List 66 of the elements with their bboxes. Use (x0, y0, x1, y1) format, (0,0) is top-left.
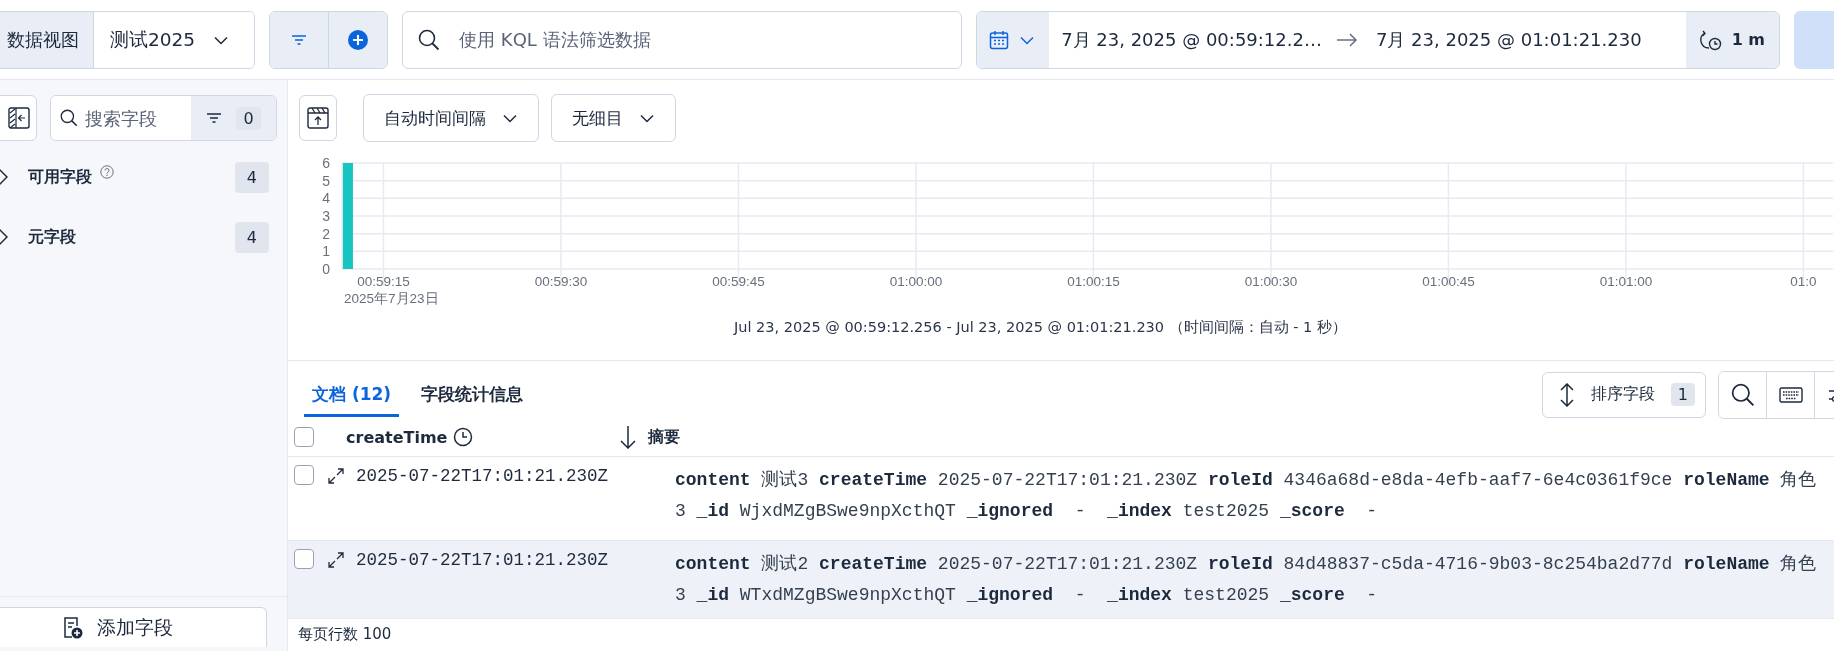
breakdown-select[interactable]: 无细目 (551, 94, 676, 142)
add-field-icon (63, 616, 83, 639)
rows-per-page-selector[interactable]: 每页行数 100 (298, 625, 392, 643)
document-summary: content 测试3 createTime 2025-07-22T17:01:21.230Z roleId 4346a68d-e8da-4efb-aaf7-6e4c0361f9ce roleName 角色 3 _id WjxdMZgBSwe9npXcthQT _ignored - _index test2025 _score - (675, 469, 1817, 523)
expand-icon[interactable] (328, 552, 344, 568)
calendar-icon (989, 29, 1010, 50)
collapse-sidebar-button[interactable] (0, 95, 37, 141)
filter-icon (291, 33, 308, 46)
query-field[interactable]: 使用 KQL 语法筛选数据 (402, 10, 963, 69)
search-icon (1730, 382, 1755, 407)
field-group-label[interactable]: 可用字段 (28, 166, 92, 188)
table-cell-text: 2025-07-22T17:01:21.230Z (356, 549, 610, 570)
field-group-label[interactable]: 元字段 (28, 226, 76, 248)
time-range-text: Jul 23, 2025 @ 00:59:12.256 - Jul 23, 2025 @ 01:01:21.230 （时间间隔：自动 - 1 秒） (734, 319, 1347, 335)
sort-arrows-icon (1558, 382, 1575, 407)
axis-tick-label: 01:00:00 (889, 274, 943, 289)
date-quick-menu-button[interactable] (977, 11, 1050, 68)
axis-tick-label: 1 (322, 243, 330, 260)
interval-select[interactable]: 自动时间间隔 (363, 94, 539, 142)
column-header[interactable]: createTime (346, 427, 448, 447)
add-field-button[interactable]: 添加字段 (0, 607, 267, 647)
search-icon (418, 28, 441, 51)
axis-tick-label: 01:00:15 (1067, 274, 1120, 289)
refresh-clock-icon (1699, 28, 1722, 51)
table-cell-text: 2025-07-22T17:01:21.230Z (356, 465, 610, 486)
axis-tick-label: 3 (322, 208, 330, 224)
field-count-badge: 4 (234, 221, 269, 253)
axis-tick-label: 00:59:15 (357, 274, 410, 289)
tab[interactable]: 文档 (12) (304, 372, 400, 417)
collapse-panel-icon (7, 107, 30, 129)
axis-tick-label: 6 (322, 155, 330, 171)
column-header[interactable]: 摘要 (648, 426, 680, 448)
axis-tick-label: 0 (322, 261, 330, 277)
axis-tick-label: 01:00:30 (1244, 274, 1298, 289)
chart-upload-icon (307, 107, 329, 129)
keyboard-icon (1778, 386, 1803, 403)
table-row[interactable]: 2025-07-22T17:01:21.230Z content 测试2 createTime 2025-07-22T17:01:21.230Z roleId 84d48837-c5da-4716-9b03-8c254ba2d77d roleName 角色 3 _id WTxdMZgBSwe9npXcthQT _ignored - _index test2025 _score - (288, 541, 1834, 619)
axis-tick-label: 2 (322, 225, 330, 242)
chevron-right-icon[interactable] (0, 168, 8, 186)
tab[interactable]: 字段统计信息 (413, 372, 532, 417)
document-summary: content 测试2 createTime 2025-07-22T17:01:21.230Z roleId 84d48837-c5da-4716-9b03-8c254ba2d77d roleName 角色 3 _id WTxdMZgBSwe9npXcthQT _ignored - _index test2025 _score - (675, 553, 1817, 607)
search-button[interactable] (1719, 371, 1767, 418)
row-checkbox[interactable] (294, 465, 314, 485)
axis-tick-label: 4 (322, 190, 330, 207)
plus-icon (347, 28, 370, 51)
sort-descending-icon[interactable] (620, 425, 636, 449)
chevron-right-icon[interactable] (0, 228, 8, 246)
start-date[interactable]: 7月 23, 2025 @ 00:59:12.2… (1049, 11, 1330, 68)
axis-tick-label: 00:59:30 (534, 274, 588, 289)
refresh-interval-button[interactable]: 1 m (1685, 11, 1779, 68)
row-checkbox[interactable] (294, 549, 314, 569)
sort-fields-button[interactable]: 排序字段 1 (1541, 371, 1706, 418)
expand-icon[interactable] (328, 468, 344, 484)
clock-icon (453, 427, 474, 447)
axis-tick-label: 01:01:00 (1599, 274, 1653, 289)
end-date[interactable]: 7月 23, 2025 @ 01:01:21.230 (1363, 11, 1650, 68)
chart-options-button[interactable] (299, 95, 337, 141)
axis-tick-label: 01:0 (1790, 274, 1817, 289)
axis-tick-label: 01:00:45 (1422, 274, 1475, 289)
axis-tick-label: 00:59:45 (712, 274, 765, 289)
arrow-right-icon (1335, 32, 1358, 47)
add-filter-button[interactable] (328, 11, 388, 68)
field-count-badge: 4 (234, 161, 269, 193)
select-all-checkbox[interactable] (294, 427, 314, 447)
axis-tick-label: 5 (322, 172, 330, 189)
axis-date-label: 2025年7月23日 (344, 291, 439, 306)
